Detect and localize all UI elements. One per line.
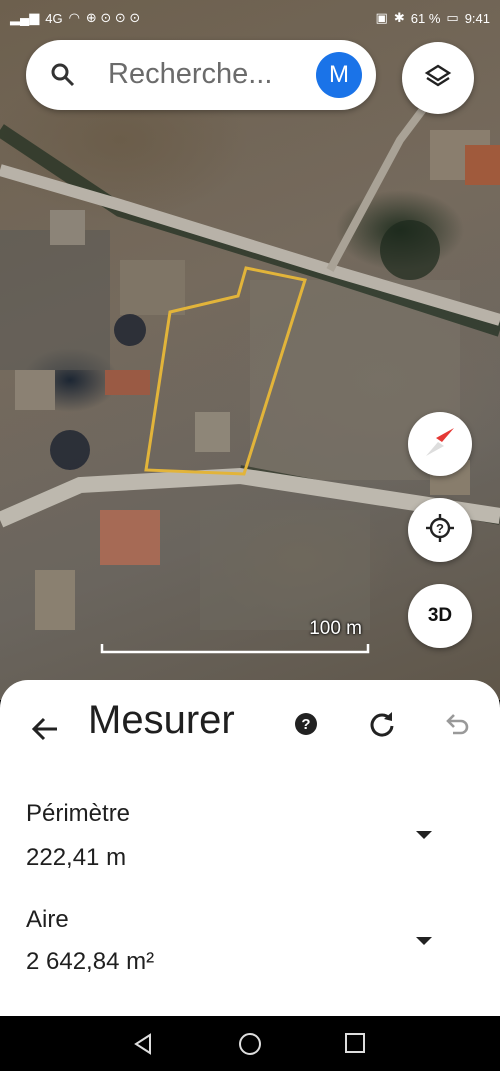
undo-icon[interactable] bbox=[443, 710, 471, 743]
nfc-icon: ▣ bbox=[375, 10, 388, 25]
chevron-down-icon[interactable] bbox=[414, 934, 434, 952]
redo-icon[interactable] bbox=[368, 710, 396, 743]
help-icon[interactable]: ? bbox=[294, 712, 318, 741]
my-location-button[interactable]: ? bbox=[408, 498, 472, 562]
network-type: 4G bbox=[45, 10, 63, 26]
system-nav-bar bbox=[0, 1016, 500, 1071]
svg-text:?: ? bbox=[436, 521, 444, 536]
scale-label: 100 m bbox=[309, 618, 362, 639]
search-icon[interactable] bbox=[50, 62, 76, 93]
compass-icon bbox=[422, 424, 458, 465]
compass-button[interactable] bbox=[408, 412, 472, 476]
notification-icons: ⊕ ⊙ ⊙ ⊙ bbox=[85, 10, 141, 25]
scale-bar: 100 m bbox=[100, 618, 370, 656]
layers-icon bbox=[424, 62, 452, 95]
search-placeholder[interactable]: Recherche... bbox=[108, 58, 272, 91]
svg-text:?: ? bbox=[301, 716, 310, 733]
status-bar: ▂▄▆ 4G ◠ ⊕ ⊙ ⊙ ⊙ ▣ ✱ 61 % ▭ 9:41 bbox=[0, 0, 500, 36]
perimeter-label: Périmètre bbox=[26, 800, 131, 827]
page-title: Mesurer bbox=[88, 698, 235, 742]
wifi-icon: ◠ bbox=[68, 10, 80, 25]
clock: 9:41 bbox=[464, 10, 490, 26]
area-value: 2 642,84 m² bbox=[26, 948, 155, 975]
nav-recents-icon[interactable] bbox=[344, 1032, 366, 1059]
chevron-down-icon[interactable] bbox=[414, 828, 434, 846]
battery-percent: 61 % bbox=[410, 10, 441, 26]
signal-icon: ▂▄▆ bbox=[10, 10, 40, 25]
bluetooth-icon: ✱ bbox=[393, 10, 405, 25]
search-bar[interactable]: Recherche... M bbox=[26, 40, 376, 110]
nav-back-icon[interactable] bbox=[132, 1032, 154, 1061]
area-label: Aire bbox=[26, 906, 69, 933]
my-location-icon: ? bbox=[424, 512, 456, 549]
3d-button[interactable]: 3D bbox=[408, 584, 472, 648]
back-arrow-icon[interactable] bbox=[30, 714, 60, 749]
measure-panel: Mesurer ? Périmètre 222,41 m Aire 2 642,… bbox=[0, 680, 500, 1016]
avatar[interactable]: M bbox=[316, 52, 362, 98]
layers-button[interactable] bbox=[402, 42, 474, 114]
nav-home-icon[interactable] bbox=[238, 1032, 262, 1061]
perimeter-value: 222,41 m bbox=[26, 844, 127, 871]
battery-icon: ▭ bbox=[446, 10, 459, 25]
